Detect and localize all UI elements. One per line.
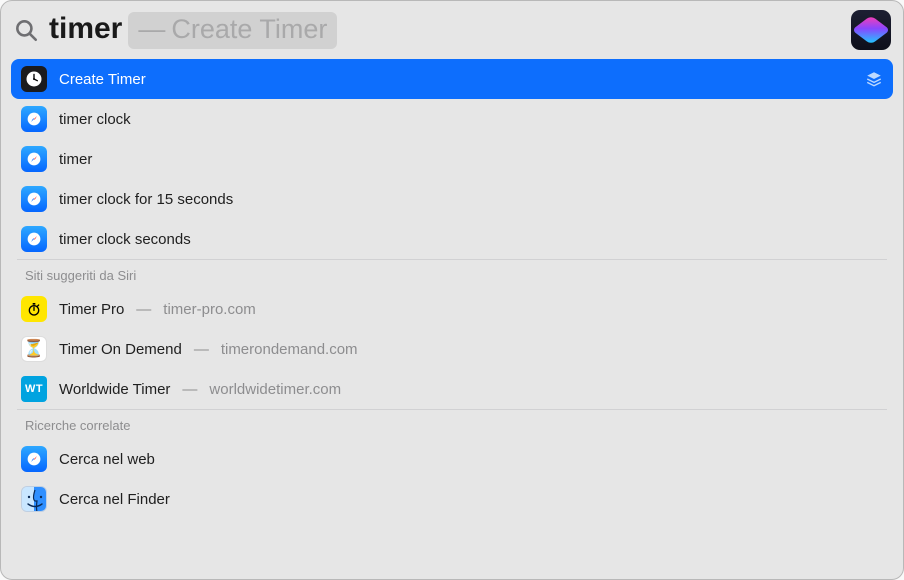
search-suggestion-pill[interactable]: — Create Timer xyxy=(128,12,337,49)
safari-icon xyxy=(21,446,47,472)
result-timer-clock[interactable]: timer clock xyxy=(11,99,893,139)
site-domain: timerondemand.com xyxy=(221,341,358,358)
result-title: Create Timer xyxy=(59,71,146,88)
result-timer[interactable]: timer xyxy=(11,139,893,179)
hourglass-icon: ⏳ xyxy=(21,336,47,362)
search-web[interactable]: Cerca nel web xyxy=(11,439,893,479)
separator: — xyxy=(136,301,151,318)
clock-app-icon xyxy=(21,66,47,92)
safari-icon xyxy=(21,106,47,132)
suggestion-text: Create Timer xyxy=(171,14,327,45)
result-create-timer[interactable]: Create Timer xyxy=(11,59,893,99)
section-header-siri-sites: Siti suggeriti da Siri xyxy=(17,259,887,289)
result-title: timer clock seconds xyxy=(59,231,191,248)
wt-icon: WT xyxy=(21,376,47,402)
stopwatch-icon xyxy=(21,296,47,322)
separator: — xyxy=(194,341,209,358)
result-timer-clock-15s[interactable]: timer clock for 15 seconds xyxy=(11,179,893,219)
safari-icon xyxy=(21,226,47,252)
results-list: Create Timer timer clock timer timer clo… xyxy=(1,59,903,579)
site-domain: timer-pro.com xyxy=(163,301,256,318)
shortcuts-app-icon[interactable] xyxy=(851,10,891,50)
search-finder[interactable]: Cerca nel Finder xyxy=(11,479,893,519)
site-worldwide-timer[interactable]: WT Worldwide Timer — worldwidetimer.com xyxy=(11,369,893,409)
site-title: Timer Pro xyxy=(59,301,124,318)
result-timer-clock-seconds[interactable]: timer clock seconds xyxy=(11,219,893,259)
safari-icon xyxy=(21,146,47,172)
layers-icon xyxy=(865,70,883,88)
search-bar: timer — Create Timer xyxy=(1,1,903,59)
site-title: Worldwide Timer xyxy=(59,381,170,398)
search-icon xyxy=(13,17,39,43)
suggestion-separator: — xyxy=(138,14,165,45)
result-title: timer clock xyxy=(59,111,131,128)
safari-icon xyxy=(21,186,47,212)
result-title: timer xyxy=(59,151,92,168)
separator: — xyxy=(182,381,197,398)
section-header-related-searches: Ricerche correlate xyxy=(17,409,887,439)
search-query-text: timer xyxy=(49,12,122,46)
result-title: timer clock for 15 seconds xyxy=(59,191,233,208)
spotlight-window: timer — Create Timer Create Timer xyxy=(0,0,904,580)
result-title: Cerca nel web xyxy=(59,451,155,468)
finder-icon xyxy=(21,486,47,512)
site-timer-on-demend[interactable]: ⏳ Timer On Demend — timerondemand.com xyxy=(11,329,893,369)
search-input[interactable]: timer — Create Timer xyxy=(49,12,841,49)
result-title: Cerca nel Finder xyxy=(59,491,170,508)
site-timer-pro[interactable]: Timer Pro — timer-pro.com xyxy=(11,289,893,329)
site-domain: worldwidetimer.com xyxy=(209,381,341,398)
site-title: Timer On Demend xyxy=(59,341,182,358)
